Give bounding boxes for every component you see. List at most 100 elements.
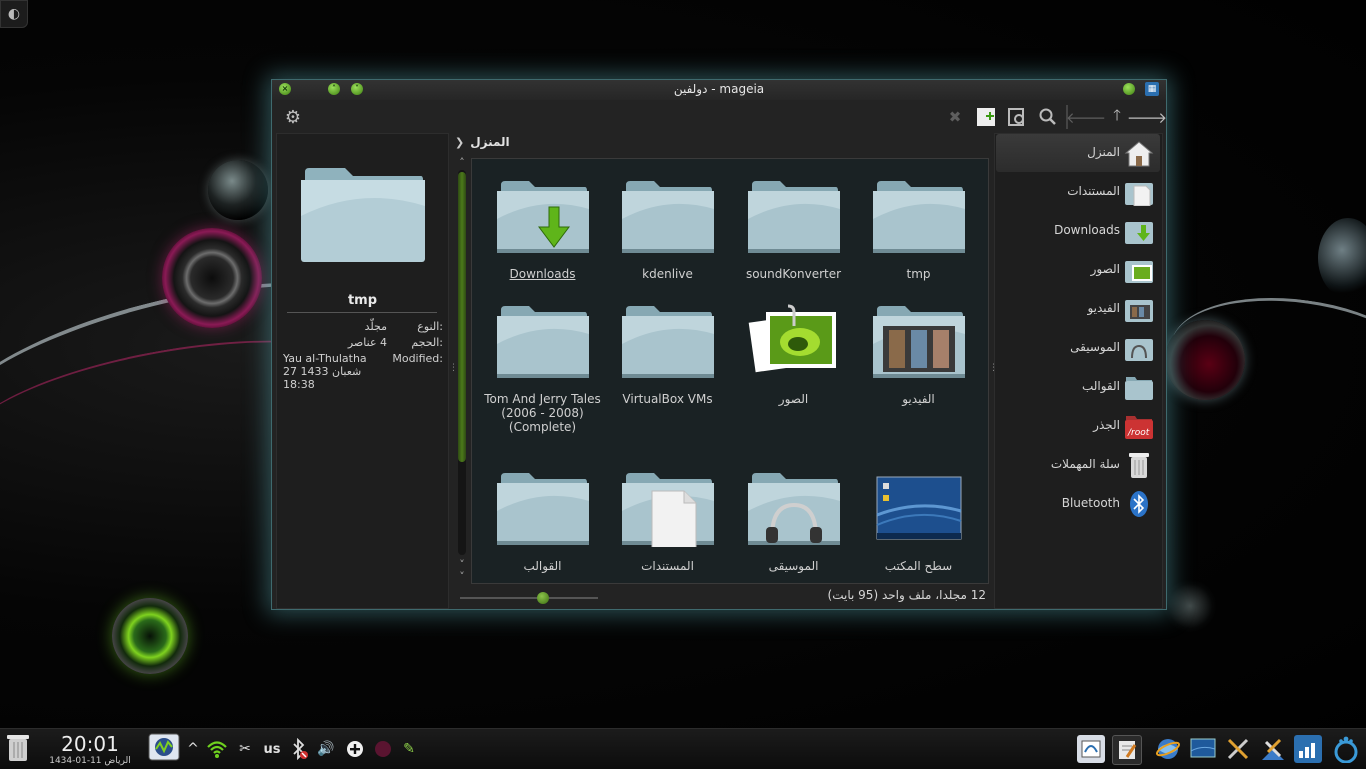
clock-date[interactable]: 1434-01-11 الرياض xyxy=(40,756,140,766)
file-item[interactable]: soundKonverter xyxy=(731,179,856,281)
up-icon[interactable]: 🡑 xyxy=(1106,106,1128,128)
places-item-home[interactable]: المنزل xyxy=(996,134,1160,172)
file-view[interactable]: Downloads kdenlive soundKonverter tmp Tom An… xyxy=(471,158,989,584)
status-bar-text: 12 مجلدا، ملف واحد (95 بايت) xyxy=(827,588,986,602)
places-item-trash[interactable]: سلة المهملات xyxy=(996,446,1160,484)
file-item[interactable]: tmp xyxy=(856,179,981,281)
wallpaper-orb xyxy=(1318,218,1366,298)
trash-icon xyxy=(1124,451,1154,479)
zoom-track[interactable] xyxy=(460,597,598,599)
file-item[interactable]: Tom And Jerry Tales (2006 - 2008) (Compl… xyxy=(480,304,605,434)
gear-icon[interactable]: ⚙ xyxy=(282,106,304,128)
file-item-label: القوالب xyxy=(523,559,562,573)
keep-above-button[interactable] xyxy=(1123,83,1135,95)
desktop-toolbox-button[interactable]: ◐ xyxy=(0,0,28,28)
system-settings-icon[interactable] xyxy=(1259,735,1287,763)
file-item[interactable]: VirtualBox VMs xyxy=(605,304,730,406)
browser-task-icon[interactable] xyxy=(1154,735,1182,763)
search-icon[interactable] xyxy=(1037,106,1059,128)
file-manager-icon[interactable] xyxy=(1294,735,1322,763)
places-item-label: سلة المهملات xyxy=(1050,457,1120,471)
folder-icon xyxy=(621,304,714,380)
info-value: 4 عناصر xyxy=(347,336,387,349)
file-item[interactable]: Downloads xyxy=(480,179,605,281)
documents-icon xyxy=(1124,178,1154,207)
places-item-downloads[interactable]: Downloads xyxy=(996,212,1160,250)
music-icon xyxy=(1124,334,1154,362)
places-item-documents[interactable]: المستندات xyxy=(996,173,1160,211)
music-folder-icon xyxy=(747,471,840,547)
info-value: مجلّد xyxy=(364,320,387,333)
scroll-down-icon[interactable]: ˅ xyxy=(455,570,469,583)
forward-icon[interactable]: 🡒 xyxy=(1127,106,1167,128)
panel-splitter[interactable]: ⋮ xyxy=(449,363,458,373)
zoom-slider[interactable] xyxy=(460,592,598,604)
keyboard-layout[interactable]: us xyxy=(260,737,284,761)
zoom-handle[interactable] xyxy=(537,592,549,604)
places-item-videos[interactable]: الفيديو xyxy=(996,290,1160,328)
wallpaper-orb xyxy=(208,160,268,220)
home-icon xyxy=(1124,139,1154,167)
folder-icon xyxy=(872,179,965,255)
downloads-folder-icon xyxy=(496,179,589,255)
toolbar: ⚙ ✖ 🡐 🡑 🡒 xyxy=(272,102,1167,132)
add-icon[interactable] xyxy=(344,737,366,761)
folder-icon xyxy=(747,179,840,255)
file-item-label: Tom And Jerry Tales (2006 - 2008) (Compl… xyxy=(484,392,601,434)
panel-splitter[interactable]: ⋮ xyxy=(989,363,998,373)
trash-widget-icon[interactable] xyxy=(4,734,32,762)
back-icon[interactable]: 🡐 xyxy=(1066,106,1106,128)
info-value: Yau al-Thulatha 27 1433 شعبان 18:38 xyxy=(283,352,383,391)
places-item-pictures[interactable]: الصور xyxy=(996,251,1160,289)
breadcrumb-home[interactable]: المنزل xyxy=(470,135,509,149)
file-item[interactable]: سطح المكتب xyxy=(856,471,981,573)
dolphin-task-icon[interactable] xyxy=(1077,735,1105,763)
network-monitor-icon[interactable] xyxy=(148,733,180,761)
clock-time[interactable]: 20:01 xyxy=(40,732,140,756)
expand-tray-icon[interactable]: ^ xyxy=(187,737,199,761)
places-item-label: Bluetooth xyxy=(1061,496,1120,510)
places-item-label: القوالب xyxy=(1081,379,1120,393)
documents-folder-icon xyxy=(621,471,714,550)
scissors-icon[interactable]: ✂ xyxy=(234,737,256,761)
chevron-right-icon[interactable]: ❯ xyxy=(455,136,464,149)
title-bar[interactable]: × ˄ ˅ mageia - دولفين ▦ xyxy=(272,80,1166,100)
places-item-music[interactable]: الموسيقى xyxy=(996,329,1160,367)
record-icon[interactable] xyxy=(372,737,394,761)
file-item[interactable]: القوالب xyxy=(480,471,605,573)
file-item[interactable]: المستندات xyxy=(605,471,730,573)
info-label: النوع: xyxy=(417,320,443,333)
videos-icon xyxy=(1124,295,1154,323)
pictures-icon xyxy=(1124,256,1154,284)
file-item[interactable]: الفيديو xyxy=(856,304,981,406)
scroll-up-icon[interactable]: ˄ xyxy=(455,156,469,169)
scroll-thumb[interactable] xyxy=(458,172,466,462)
places-item-label: الجذر xyxy=(1093,418,1120,432)
places-item-folder[interactable]: القوالب xyxy=(996,368,1160,406)
desktop-task-icon[interactable] xyxy=(1189,735,1217,763)
delete-icon[interactable]: ✖ xyxy=(944,106,966,128)
file-item-label: المستندات xyxy=(641,559,694,573)
bluetooth-off-icon[interactable] xyxy=(288,737,310,761)
file-item-label: Downloads xyxy=(509,267,576,281)
file-item[interactable]: الصور xyxy=(731,304,856,406)
file-item[interactable]: الموسيقى xyxy=(731,471,856,573)
folder-icon xyxy=(1124,373,1154,401)
breadcrumb[interactable]: ❯ المنزل xyxy=(455,135,510,149)
editor-task-icon[interactable] xyxy=(1112,735,1142,765)
places-item-label: المستندات xyxy=(1067,184,1120,198)
wallpaper-orb xyxy=(162,228,262,328)
places-item-label: الموسيقى xyxy=(1070,340,1120,354)
wifi-icon[interactable] xyxy=(206,737,228,761)
mageia-menu-icon[interactable] xyxy=(1332,735,1360,763)
dolphin-app-icon[interactable]: ▦ xyxy=(1145,82,1159,96)
color-picker-icon[interactable]: ✎ xyxy=(398,737,420,761)
preview-icon[interactable] xyxy=(1006,106,1028,128)
new-folder-icon[interactable] xyxy=(975,106,997,128)
tools-task-icon[interactable] xyxy=(1224,735,1252,763)
places-item-bluetooth[interactable]: Bluetooth xyxy=(996,485,1160,523)
file-item[interactable]: kdenlive xyxy=(605,179,730,281)
places-item-root[interactable]: الجذر/root xyxy=(996,407,1160,445)
volume-icon[interactable]: 🔊 xyxy=(314,737,338,761)
vertical-scrollbar[interactable]: ˄ ˅ ˅ xyxy=(455,156,469,583)
